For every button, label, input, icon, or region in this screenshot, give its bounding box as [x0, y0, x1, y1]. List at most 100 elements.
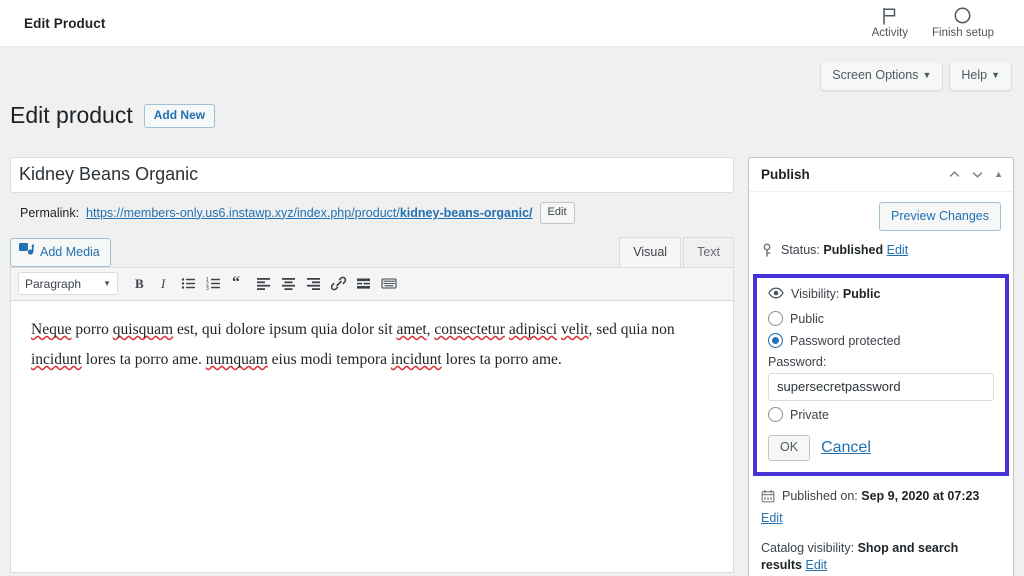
move-down-icon[interactable]: [971, 168, 984, 181]
screen-meta-bar: Screen Options▼ Help▼: [0, 47, 1024, 82]
radio-option-password-protected[interactable]: Password protected: [768, 330, 994, 352]
help-label: Help: [961, 68, 987, 82]
chevron-down-icon: ▼: [991, 70, 1000, 80]
italic-icon[interactable]: I: [152, 272, 176, 296]
main-column: Permalink: https://members-only.us6.inst…: [10, 157, 734, 573]
content-word: quisquam: [113, 321, 173, 338]
page-header-title: Edit Product: [24, 16, 105, 31]
chevron-down-icon: ▼: [922, 70, 931, 80]
status-row: Status: Published Edit: [761, 242, 1001, 263]
permalink-link[interactable]: https://members-only.us6.instawp.xyz/ind…: [86, 204, 533, 222]
content-text: lores ta porro ame.: [442, 351, 562, 368]
content-text: eius modi tempora: [268, 351, 391, 368]
calendar-icon: [761, 489, 775, 508]
radio-icon[interactable]: [768, 407, 783, 422]
content-word: incidunt: [31, 351, 82, 368]
move-up-icon[interactable]: [948, 168, 961, 181]
content-editor: Add Media Visual Text Paragraph ▼ B I: [10, 235, 734, 573]
read-more-icon[interactable]: [352, 272, 376, 296]
published-on-row: Published on: Sep 9, 2020 at 07:23: [761, 488, 1001, 508]
preview-changes-button[interactable]: Preview Changes: [879, 202, 1001, 231]
screen-options-button[interactable]: Screen Options▼: [820, 63, 943, 91]
numbered-list-icon[interactable]: 1 2 3: [202, 272, 226, 296]
content-word: consectetur: [434, 321, 505, 338]
content-word: incidunt: [391, 351, 442, 368]
circle-icon: [953, 6, 972, 26]
content-word: amet: [397, 321, 427, 338]
toggle-panel-icon[interactable]: ▲: [994, 169, 1003, 179]
product-title-input[interactable]: [10, 157, 734, 193]
radio-option-private[interactable]: Private: [768, 404, 994, 426]
toolbar-toggle-icon[interactable]: [377, 272, 401, 296]
align-center-icon[interactable]: [277, 272, 301, 296]
status-text: Status: Published Edit: [781, 242, 908, 259]
publish-box-header: Publish ▲: [749, 158, 1013, 192]
header-actions: Activity Finish setup: [872, 6, 1006, 40]
publish-metabox: Publish ▲ Preview Changes: [748, 157, 1014, 576]
ok-button[interactable]: OK: [768, 435, 810, 461]
content-word: Neque: [31, 321, 71, 338]
sidebar-column: Publish ▲ Preview Changes: [748, 157, 1014, 576]
bold-icon[interactable]: B: [127, 272, 151, 296]
catalog-visibility-label: Catalog visibility:: [761, 541, 854, 555]
editor-paragraph: Neque porro quisquam est, qui dolore ips…: [31, 315, 713, 375]
svg-text:I: I: [160, 276, 166, 291]
visibility-text: Visibility: Public: [791, 287, 880, 301]
paragraph-format-select[interactable]: Paragraph ▼: [18, 272, 118, 295]
add-media-label: Add Media: [40, 243, 100, 261]
blockquote-icon[interactable]: “: [227, 272, 251, 296]
align-right-icon[interactable]: [302, 272, 326, 296]
svg-text:“: “: [232, 276, 240, 291]
preview-row: Preview Changes: [761, 202, 1001, 231]
finish-setup-button[interactable]: Finish setup: [932, 6, 994, 40]
radio-label-password-protected: Password protected: [790, 331, 900, 351]
activity-button[interactable]: Activity: [872, 6, 908, 40]
edit-form-columns: Permalink: https://members-only.us6.inst…: [0, 157, 1024, 576]
published-on-value: Sep 9, 2020 at 07:23: [861, 489, 979, 503]
editor-toolbar: Paragraph ▼ B I: [10, 267, 734, 301]
page-title: Edit product: [10, 101, 133, 131]
flag-icon: [880, 6, 899, 26]
tab-visual[interactable]: Visual: [619, 237, 681, 267]
bulleted-list-icon[interactable]: [177, 272, 201, 296]
visibility-value: Public: [843, 287, 881, 301]
radio-icon[interactable]: [768, 311, 783, 326]
content-text: lores ta porro ame.: [82, 351, 206, 368]
svg-text:3: 3: [206, 286, 209, 291]
add-media-button[interactable]: Add Media: [10, 238, 111, 267]
content-word: adipisci: [509, 321, 557, 338]
visibility-label: Visibility:: [791, 287, 839, 301]
help-button[interactable]: Help ▼: [949, 63, 1012, 91]
permalink-base: https://members-only.us6.instawp.xyz/ind…: [86, 206, 400, 220]
radio-icon-selected[interactable]: [768, 333, 783, 348]
edit-catalog-visibility-link[interactable]: Edit: [805, 558, 827, 572]
radio-label-public: Public: [790, 309, 824, 329]
catalog-visibility-row: Catalog visibility: Shop and search resu…: [761, 540, 1001, 574]
publish-meta-section: Published on: Sep 9, 2020 at 07:23 Edit …: [749, 476, 1013, 576]
publish-heading: Publish: [761, 167, 810, 182]
media-icon: [19, 243, 34, 262]
published-on-text: Published on: Sep 9, 2020 at 07:23: [782, 488, 979, 505]
activity-label: Activity: [872, 27, 908, 40]
edit-status-link[interactable]: Edit: [887, 243, 909, 257]
visibility-settings-highlight: Visibility: Public Public Password prote…: [753, 274, 1009, 476]
add-new-button[interactable]: Add New: [144, 104, 215, 128]
status-value: Published: [823, 243, 883, 257]
cancel-link[interactable]: Cancel: [821, 439, 871, 457]
visibility-header: Visibility: Public: [768, 287, 994, 302]
tab-text[interactable]: Text: [683, 237, 734, 267]
edit-permalink-button[interactable]: Edit: [540, 202, 575, 224]
editor-content-area[interactable]: Neque porro quisquam est, qui dolore ips…: [10, 301, 734, 573]
page-heading-row: Edit product Add New: [0, 82, 1024, 157]
paragraph-format-label: Paragraph: [25, 277, 81, 291]
radio-option-public[interactable]: Public: [768, 308, 994, 330]
password-input[interactable]: [768, 373, 994, 401]
status-label: Status:: [781, 243, 820, 257]
permalink-slug: kidney-beans-organic/: [400, 206, 533, 220]
published-on-label: Published on:: [782, 489, 858, 503]
edit-published-date-link[interactable]: Edit: [761, 511, 783, 525]
content-word: velit: [561, 321, 589, 338]
link-icon[interactable]: [327, 272, 351, 296]
finish-setup-label: Finish setup: [932, 27, 994, 40]
align-left-icon[interactable]: [252, 272, 276, 296]
